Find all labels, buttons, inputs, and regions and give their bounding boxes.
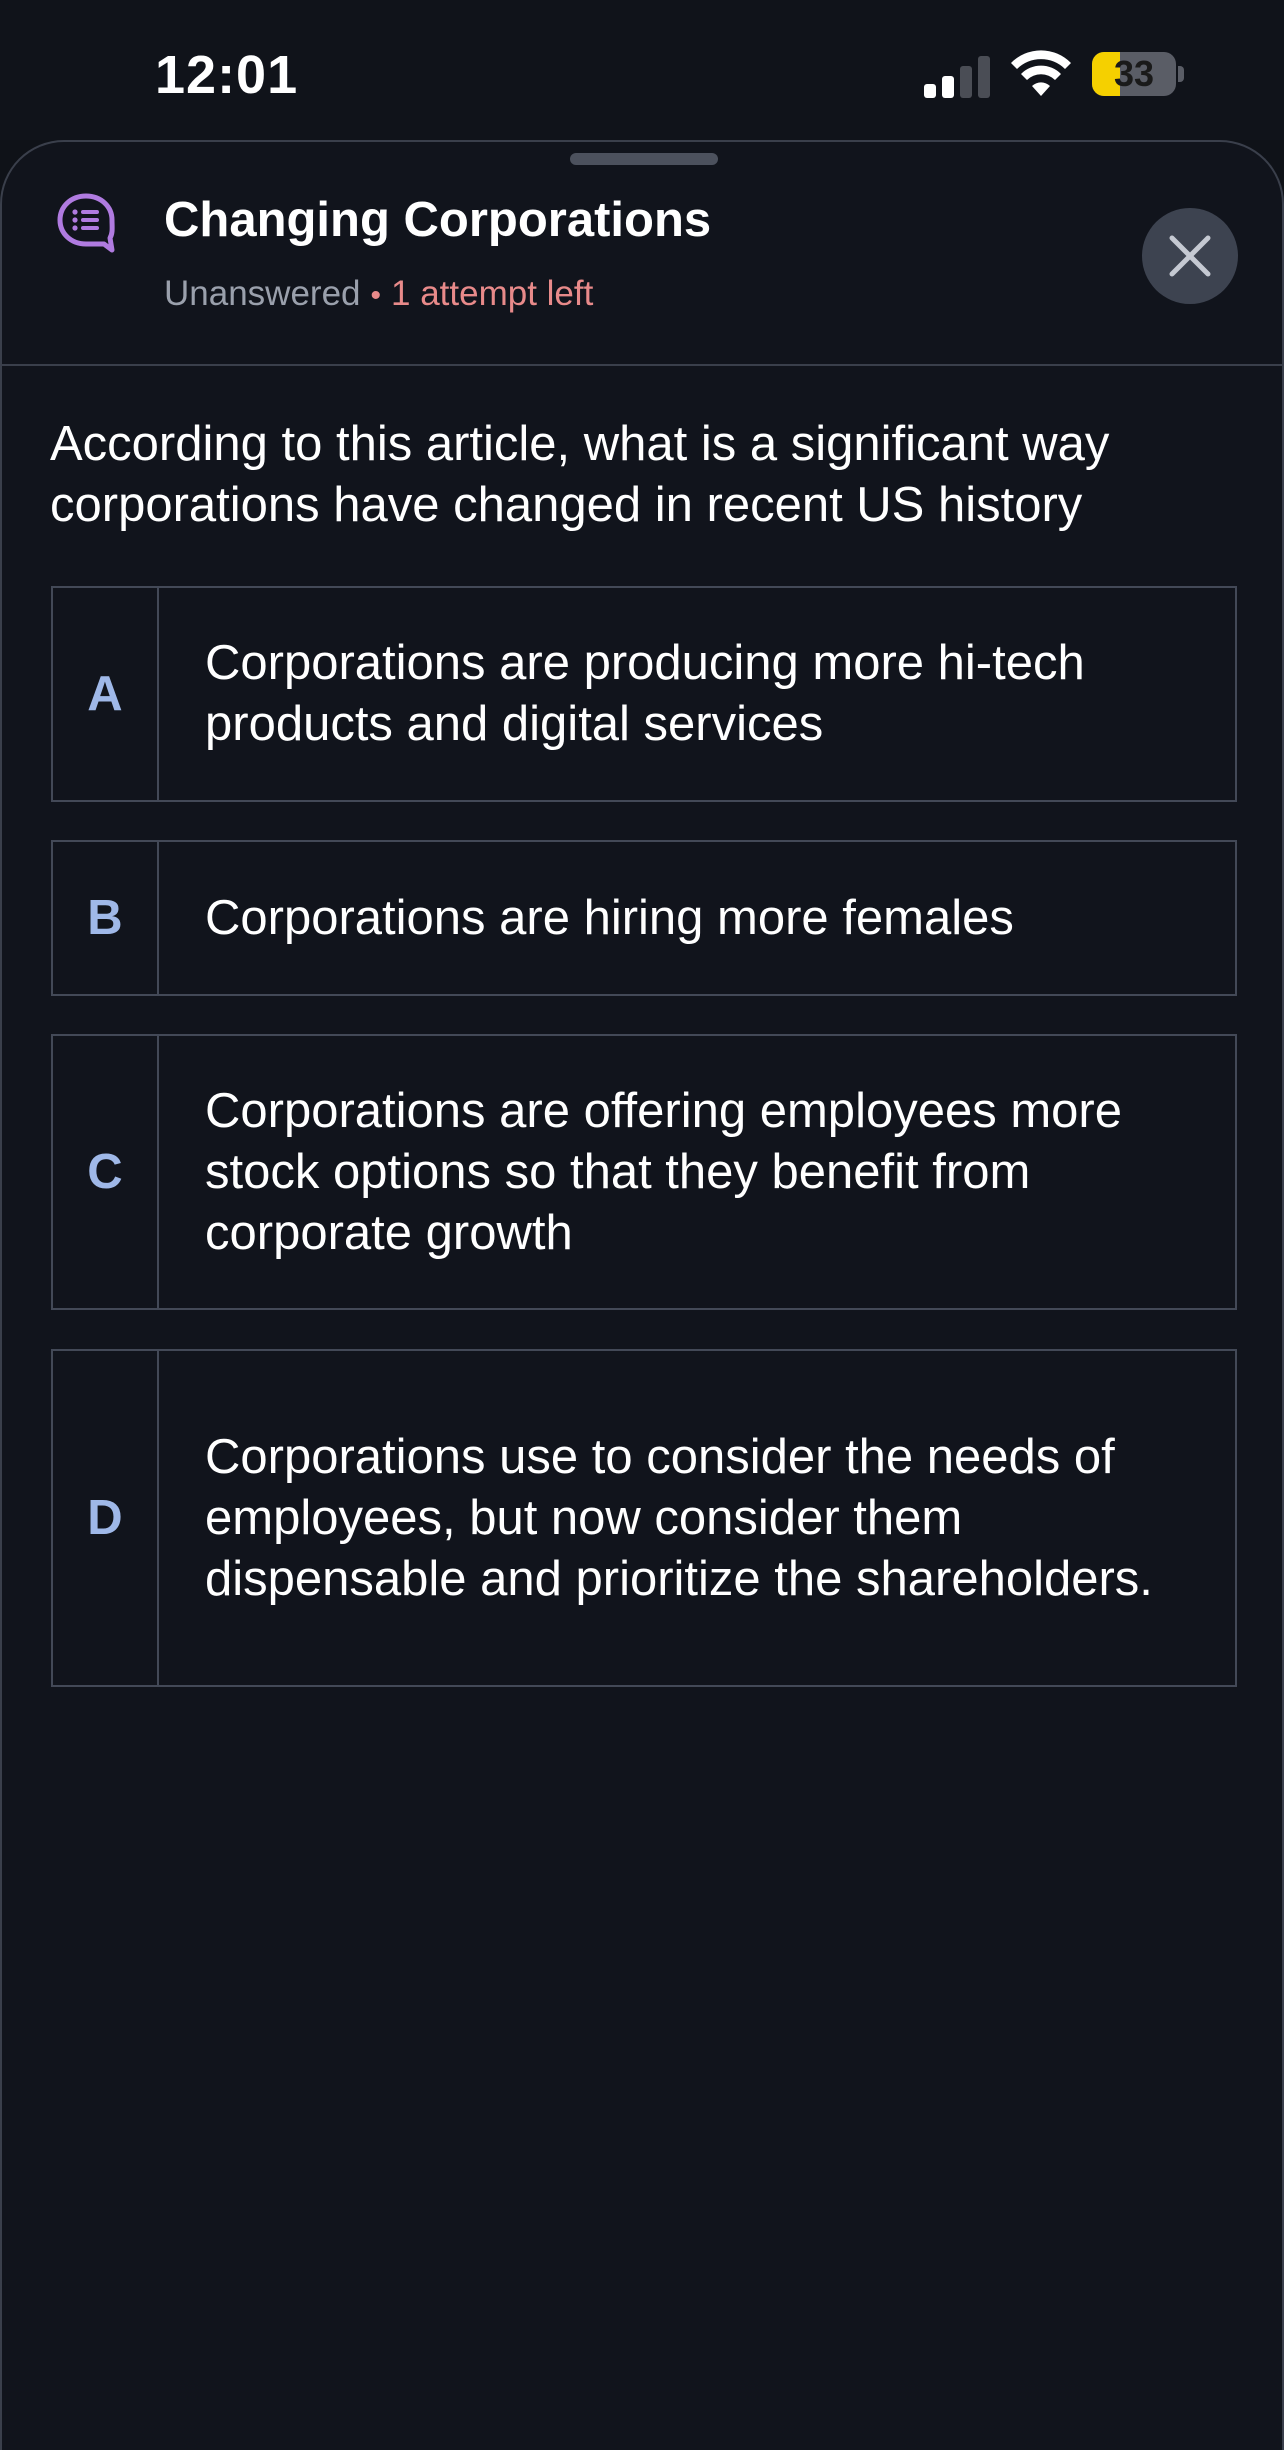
status-separator: • bbox=[370, 279, 382, 312]
cellular-signal-icon bbox=[924, 56, 990, 98]
option-text: Corporations use to consider the needs o… bbox=[205, 1429, 1153, 1606]
battery-icon: 33 bbox=[1092, 52, 1176, 96]
answer-option-c[interactable]: C Corporations are offering employees mo… bbox=[51, 1034, 1237, 1310]
battery-level: 33 bbox=[1113, 53, 1155, 94]
question-status-line: Unanswered • 1 attempt left bbox=[164, 274, 593, 314]
status-time: 12:01 bbox=[155, 45, 299, 105]
option-letter: A bbox=[53, 588, 159, 800]
answer-option-a[interactable]: A Corporations are producing more hi-tec… bbox=[51, 586, 1237, 802]
option-text: Corporations are offering employees more… bbox=[205, 1083, 1122, 1260]
battery-nub bbox=[1178, 66, 1184, 82]
attempts-remaining: 1 attempt left bbox=[391, 274, 594, 313]
sheet-grabber-handle[interactable] bbox=[570, 153, 718, 165]
question-text: According to this article, what is a sig… bbox=[50, 417, 1110, 532]
page-title: Changing Corporations bbox=[164, 193, 712, 247]
option-letter: B bbox=[53, 842, 159, 994]
option-letter: D bbox=[53, 1351, 159, 1685]
option-text: Corporations are hiring more females bbox=[205, 890, 1014, 945]
close-icon bbox=[1169, 235, 1211, 277]
chat-list-icon bbox=[57, 193, 115, 253]
answer-option-b[interactable]: B Corporations are hiring more females bbox=[51, 840, 1237, 996]
option-letter: C bbox=[53, 1036, 159, 1308]
status-bar: 12:01 33 bbox=[0, 0, 1284, 140]
answer-status: Unanswered bbox=[164, 274, 361, 313]
question-sheet: Changing Corporations Unanswered • 1 attem… bbox=[0, 140, 1284, 2450]
battery-indicator: 33 bbox=[1092, 52, 1184, 96]
option-text: Corporations are producing more hi-tech … bbox=[205, 636, 1085, 751]
wifi-icon bbox=[1011, 50, 1071, 96]
answer-option-d[interactable]: D Corporations use to consider the needs… bbox=[51, 1349, 1237, 1687]
header-divider bbox=[2, 364, 1282, 366]
close-button[interactable] bbox=[1142, 208, 1238, 304]
